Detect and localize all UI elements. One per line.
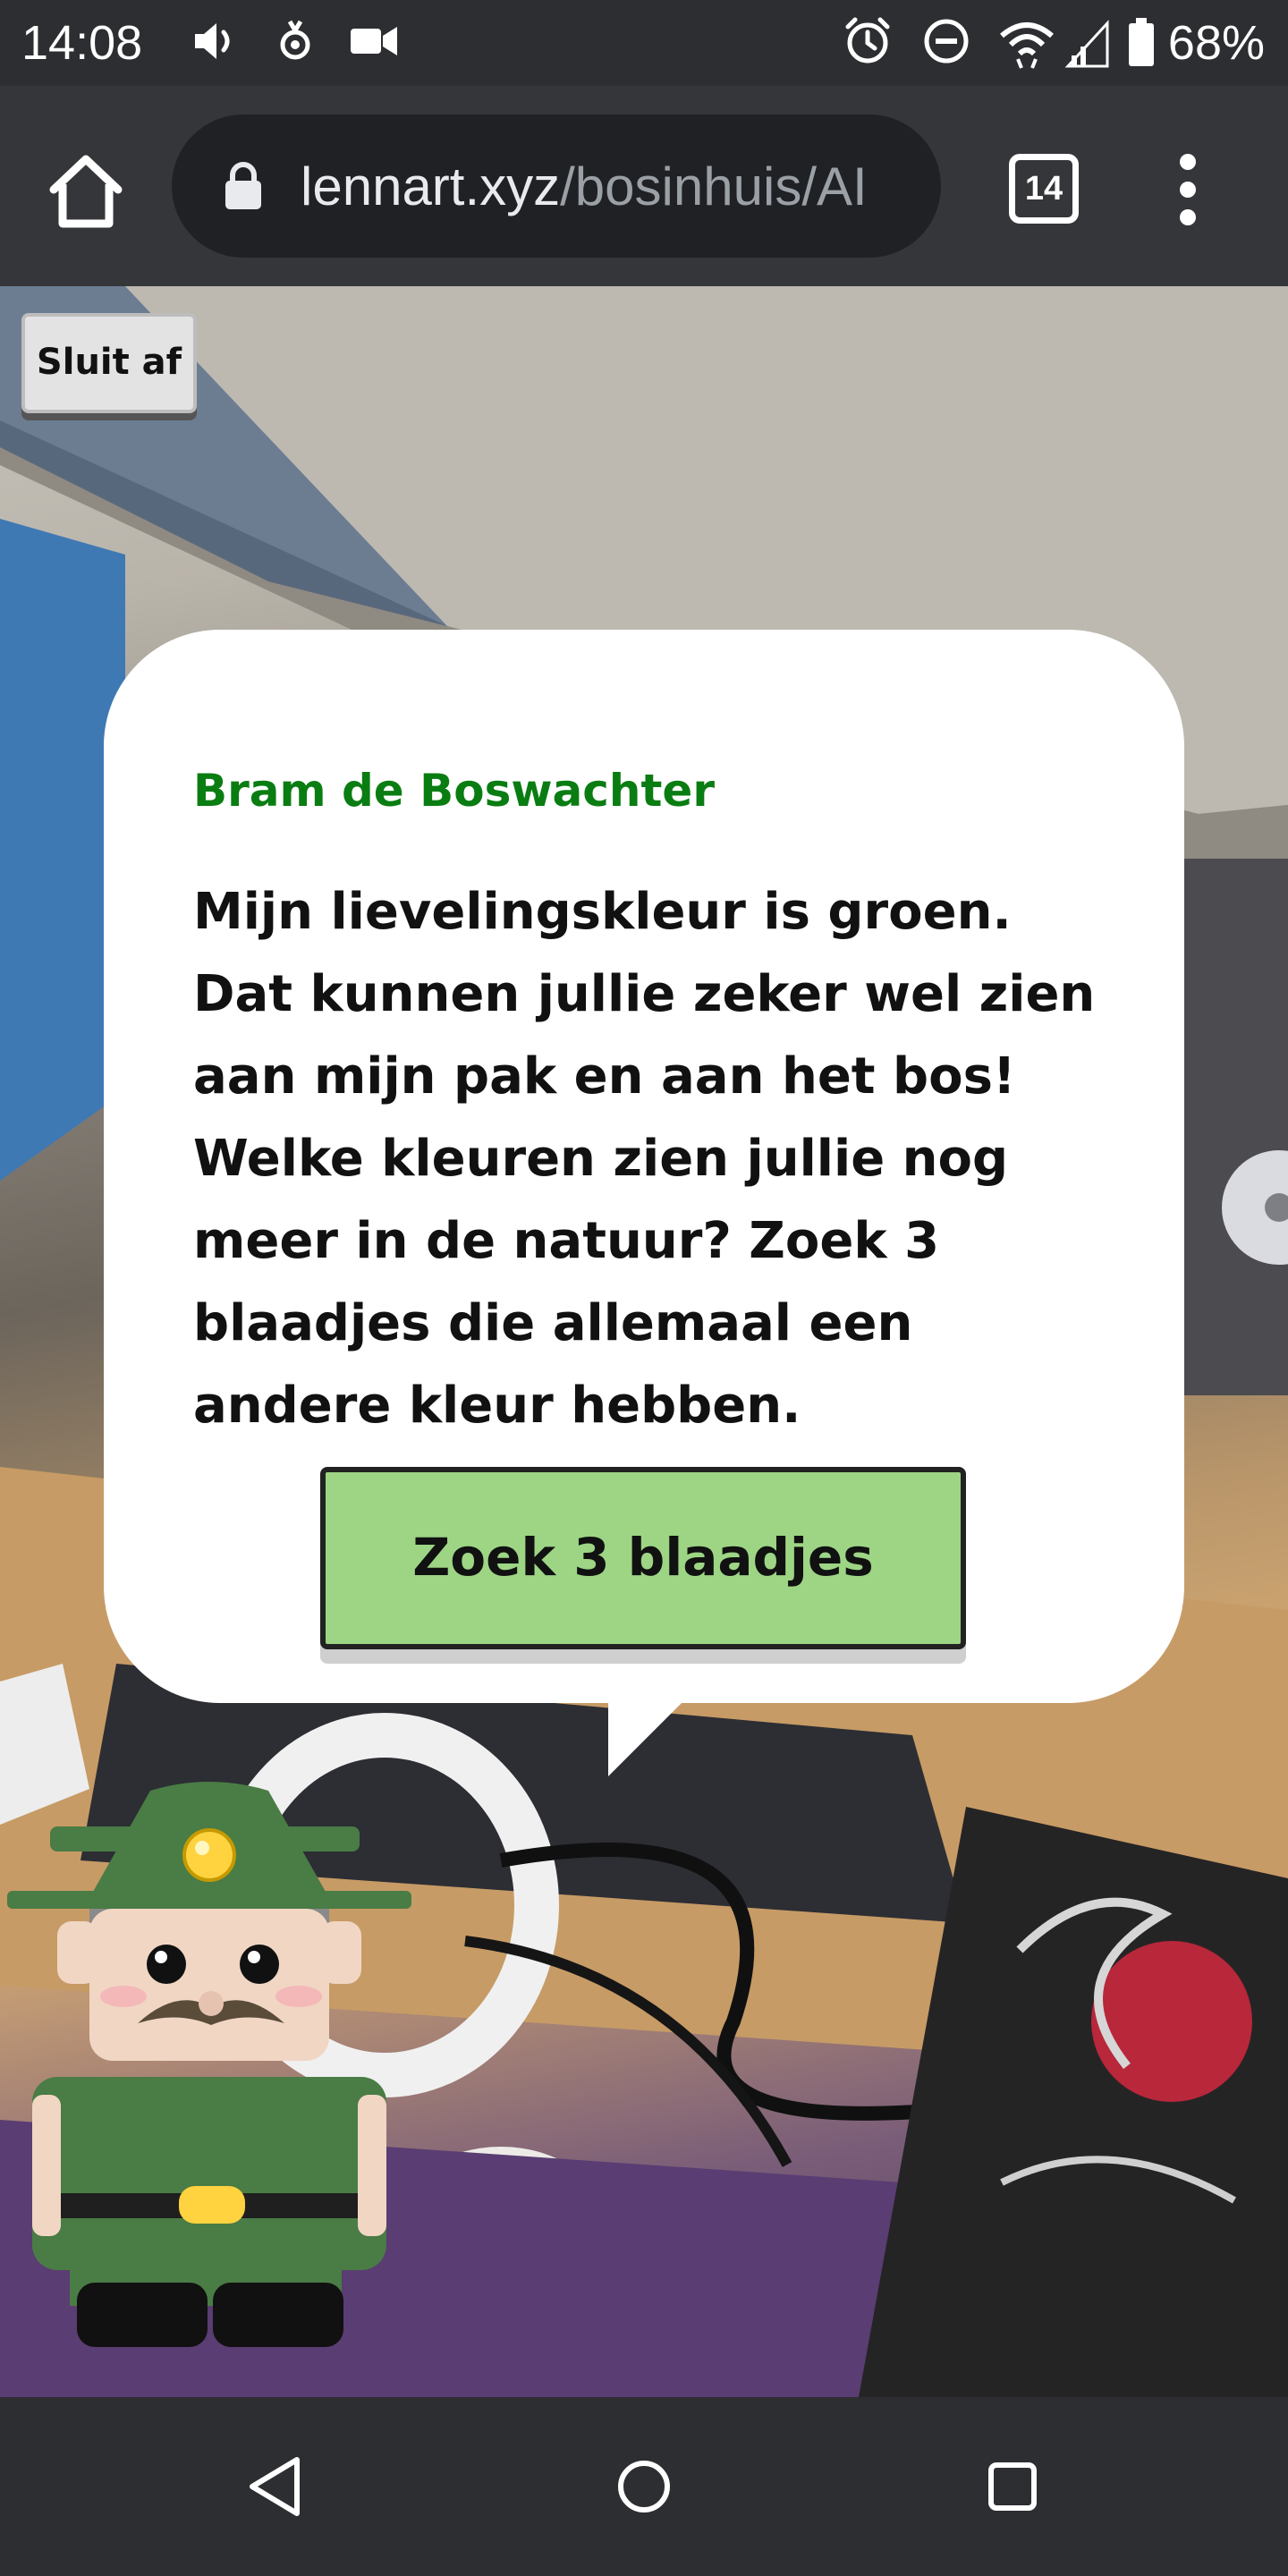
volume-icon: [190, 16, 240, 71]
url-path: /bosinhuis/AI: [560, 157, 868, 216]
battery-percent: 68%: [1167, 16, 1265, 70]
tabs-icon[interactable]: 14: [1009, 154, 1079, 224]
speaker-name: Bram de Boswachter: [193, 765, 715, 817]
alarm-icon: [843, 16, 893, 71]
url-bar[interactable]: lennart.xyz/bosinhuis/AI: [172, 114, 941, 258]
navigation-bar: [0, 2397, 1288, 2576]
status-time: 14:08: [21, 16, 143, 70]
url-domain: lennart.xyz: [301, 157, 561, 216]
find-leaves-button[interactable]: Zoek 3 blaadjes: [320, 1467, 966, 1649]
recents-icon[interactable]: [971, 2445, 1054, 2528]
wifi-icon: [998, 16, 1055, 74]
battery-icon: [1125, 16, 1157, 74]
home-icon[interactable]: [45, 150, 127, 233]
do-not-disturb-icon: [921, 16, 971, 71]
menu-dot: [1180, 154, 1196, 170]
home-circle-icon[interactable]: [603, 2445, 685, 2528]
camera-view: Sluit af Bram de Boswachter Mijn lieveli…: [0, 286, 1288, 2397]
signal-icon: [1064, 16, 1111, 74]
url-text: lennart.xyz/bosinhuis/AI: [301, 156, 918, 218]
ranger-character: [7, 1782, 411, 2347]
menu-dot: [1180, 182, 1196, 198]
accessibility-icon: [270, 16, 320, 71]
menu-dot: [1180, 209, 1196, 225]
back-icon[interactable]: [234, 2445, 317, 2528]
speech-bubble: Bram de Boswachter Mijn lievelingskleur …: [104, 630, 1184, 1703]
lock-icon: [222, 161, 265, 211]
dialog-text: Mijn lievelingskleur is groen. Dat kunne…: [193, 883, 1096, 1435]
speech-bubble-tail: [608, 1703, 682, 1776]
status-bar: 14:08 68%: [0, 0, 1288, 86]
close-button[interactable]: Sluit af: [21, 313, 197, 413]
browser-toolbar: lennart.xyz/bosinhuis/AI 14: [0, 86, 1288, 286]
menu-icon[interactable]: [1172, 154, 1204, 225]
video-call-icon: [347, 16, 401, 71]
